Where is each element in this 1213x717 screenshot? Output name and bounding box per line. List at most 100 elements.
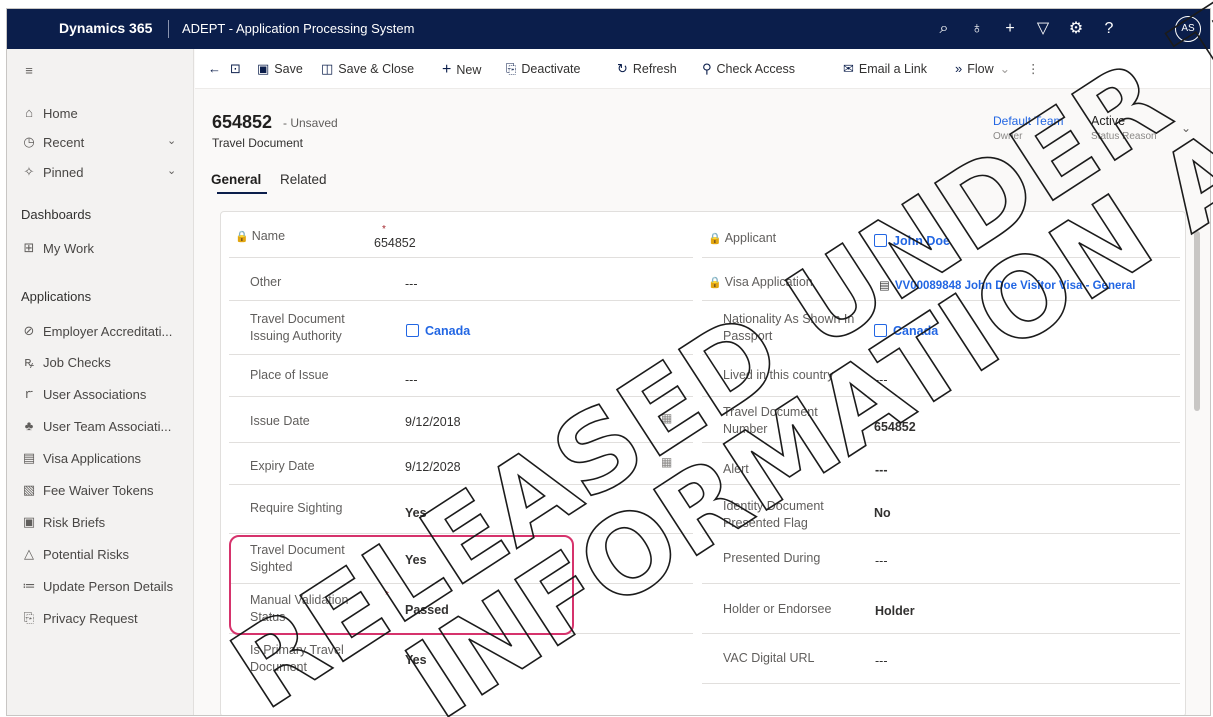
sidebar-item-label: Risk Briefs xyxy=(43,515,106,530)
deactivate-button[interactable]: ⎘ Deactivate xyxy=(506,61,580,77)
hamburger-icon[interactable]: ≡ xyxy=(21,63,37,79)
help-icon[interactable]: ? xyxy=(1097,17,1121,41)
field-value[interactable]: --- xyxy=(875,463,888,477)
sidebar-item-job-checks[interactable]: ꝶ Job Checks xyxy=(7,350,194,376)
field-label: Lived in this country xyxy=(723,368,834,382)
field-value[interactable]: Yes xyxy=(405,506,427,520)
field-value[interactable]: --- xyxy=(875,373,888,387)
field-label: VAC Digital URL xyxy=(723,651,815,665)
field-value[interactable]: 9/12/2018 xyxy=(405,415,461,429)
sidebar-item-label: User Associations xyxy=(43,387,147,402)
save-close-button[interactable]: ◫ Save & Close xyxy=(321,61,414,77)
popout-button[interactable]: ⊡ xyxy=(230,61,246,77)
sidebar-item-user-team-associations[interactable]: ♣ User Team Associati... xyxy=(7,414,194,440)
lock-icon: 🔒 xyxy=(235,231,249,243)
field-alert[interactable]: Alert --- xyxy=(702,443,1180,485)
new-button[interactable]: + New xyxy=(442,61,481,79)
field-value[interactable]: Canada xyxy=(874,324,938,338)
sidebar-item-privacy-request[interactable]: ⎘ Privacy Request xyxy=(7,606,194,632)
field-lived-in-country[interactable]: Lived in this country --- xyxy=(702,355,1180,397)
sidebar-item-update-person-details[interactable]: ≔ Update Person Details xyxy=(7,574,194,600)
sidebar-item-employer-accreditation[interactable]: ⊘ Employer Accreditati... xyxy=(7,319,194,345)
lightbulb-icon[interactable]: ♁ xyxy=(965,17,989,41)
sidebar-item-label: Privacy Request xyxy=(43,611,138,626)
email-link-button[interactable]: ✉ Email a Link xyxy=(843,61,927,77)
save-label: Save xyxy=(274,62,303,76)
more-commands-button[interactable]: ⋮ xyxy=(1027,61,1040,76)
field-require-sighting[interactable]: Require Sighting Yes xyxy=(229,486,693,534)
field-identity-document-presented[interactable]: Identity Document Presented Flag No xyxy=(702,486,1180,534)
sidebar-item-user-associations[interactable]: ꭈ User Associations xyxy=(7,382,194,408)
sidebar-item-my-work[interactable]: ⊞ My Work xyxy=(7,236,194,262)
field-issuing-authority[interactable]: Travel Document Issuing Authority Canada xyxy=(229,302,693,355)
brand-name[interactable]: Dynamics 365 xyxy=(59,20,152,36)
plus-icon[interactable]: + xyxy=(998,17,1022,41)
field-value[interactable]: --- xyxy=(405,277,418,291)
top-bar: Dynamics 365 ADEPT - Application Process… xyxy=(7,9,1210,49)
field-value[interactable]: No xyxy=(874,506,891,520)
field-value[interactable]: --- xyxy=(875,654,888,668)
sidebar-item-label: Recent xyxy=(43,135,85,150)
field-presented-during[interactable]: Presented During --- xyxy=(702,534,1180,584)
field-expiry-date[interactable]: Expiry Date 9/12/2028 ▦ xyxy=(229,443,693,485)
field-value[interactable]: Canada xyxy=(406,324,470,338)
dashboards-heading: Dashboards xyxy=(21,207,92,222)
sidebar-item-visa-applications[interactable]: ▤ Visa Applications xyxy=(7,446,194,472)
field-value[interactable]: ▤ VV00089848 John Doe Visitor Visa - Gene… xyxy=(879,278,1135,292)
avatar[interactable]: AS xyxy=(1175,16,1201,42)
sidebar-item-recent[interactable]: ◷ Recent ⌄ xyxy=(7,130,194,156)
field-value[interactable]: Yes xyxy=(405,653,427,667)
back-button[interactable]: ← xyxy=(208,61,226,76)
filter-icon[interactable]: ▽ xyxy=(1031,17,1055,41)
field-applicant[interactable]: 🔒 Applicant John Doe xyxy=(702,216,1180,258)
save-button[interactable]: ▣ Save xyxy=(257,61,303,77)
chevron-down-icon[interactable]: ⌄ xyxy=(167,134,176,147)
field-place-of-issue[interactable]: Place of Issue --- xyxy=(229,355,693,397)
field-travel-document-number[interactable]: Travel Document Number 654852 xyxy=(702,398,1180,443)
field-value[interactable]: 654852 xyxy=(374,236,416,250)
field-vac-digital-url[interactable]: VAC Digital URL --- xyxy=(702,634,1180,684)
field-nationality[interactable]: Nationality As Shown In Passport Canada xyxy=(702,302,1180,355)
job-icon: ꝶ xyxy=(24,354,34,369)
sidebar-menu-toggle[interactable]: ≡ xyxy=(7,59,194,85)
flow-button[interactable]: » Flow ⌄ xyxy=(955,61,1010,76)
field-value[interactable]: 9/12/2028 xyxy=(405,460,461,474)
calendar-icon[interactable]: ▦ xyxy=(661,455,672,469)
lookup-icon xyxy=(874,324,887,337)
lookup-icon xyxy=(406,324,419,337)
refresh-button[interactable]: ↻ Refresh xyxy=(617,61,677,77)
check-access-button[interactable]: ⚲ Check Access xyxy=(702,61,795,77)
sidebar-item-home[interactable]: ⌂ Home xyxy=(7,101,194,127)
field-other[interactable]: Other --- xyxy=(229,259,693,301)
chevron-down-icon[interactable]: ⌄ xyxy=(1181,121,1191,135)
sidebar-item-fee-waiver-tokens[interactable]: ▧ Fee Waiver Tokens xyxy=(7,478,194,504)
sidebar-item-potential-risks[interactable]: △ Potential Risks xyxy=(7,542,194,568)
search-icon[interactable]: ⌕ xyxy=(932,17,956,41)
field-issue-date[interactable]: Issue Date 9/12/2018 ▦ xyxy=(229,398,693,443)
field-visa-application[interactable]: 🔒 Visa Application ▤ VV00089848 John Doe V… xyxy=(702,259,1180,301)
tab-related[interactable]: Related xyxy=(280,172,327,187)
scrollbar-thumb[interactable] xyxy=(1194,231,1200,411)
field-label: Require Sighting xyxy=(250,501,343,515)
app-title[interactable]: ADEPT - Application Processing System xyxy=(182,21,414,36)
field-name[interactable]: 🔒 Name * 654852 xyxy=(229,216,693,258)
field-is-primary-travel-document[interactable]: Is Primary Travel Document Yes xyxy=(229,634,693,684)
calendar-icon[interactable]: ▦ xyxy=(661,411,672,425)
field-label: Place of Issue xyxy=(250,368,329,382)
field-value[interactable]: 654852 xyxy=(874,420,916,434)
field-value[interactable]: Holder xyxy=(875,604,915,618)
sidebar-item-risk-briefs[interactable]: ▣ Risk Briefs xyxy=(7,510,194,536)
owner-link[interactable]: Default Team xyxy=(993,114,1063,128)
sidebar-item-pinned[interactable]: ✧ Pinned ⌄ xyxy=(7,160,194,186)
form-scrollbar[interactable] xyxy=(1193,211,1201,715)
gear-icon[interactable]: ⚙ xyxy=(1064,17,1088,41)
field-value[interactable]: --- xyxy=(405,373,418,387)
field-value[interactable]: John Doe xyxy=(874,234,950,248)
highlight-box xyxy=(229,535,574,635)
field-value[interactable]: --- xyxy=(875,554,888,568)
field-holder-or-endorsee[interactable]: Holder or Endorsee Holder xyxy=(702,584,1180,634)
tab-general[interactable]: General xyxy=(211,172,261,187)
field-label: 🔒 Visa Application xyxy=(708,275,813,289)
chevron-down-icon[interactable]: ⌄ xyxy=(167,164,176,177)
owner-label: Owner xyxy=(993,131,1023,142)
